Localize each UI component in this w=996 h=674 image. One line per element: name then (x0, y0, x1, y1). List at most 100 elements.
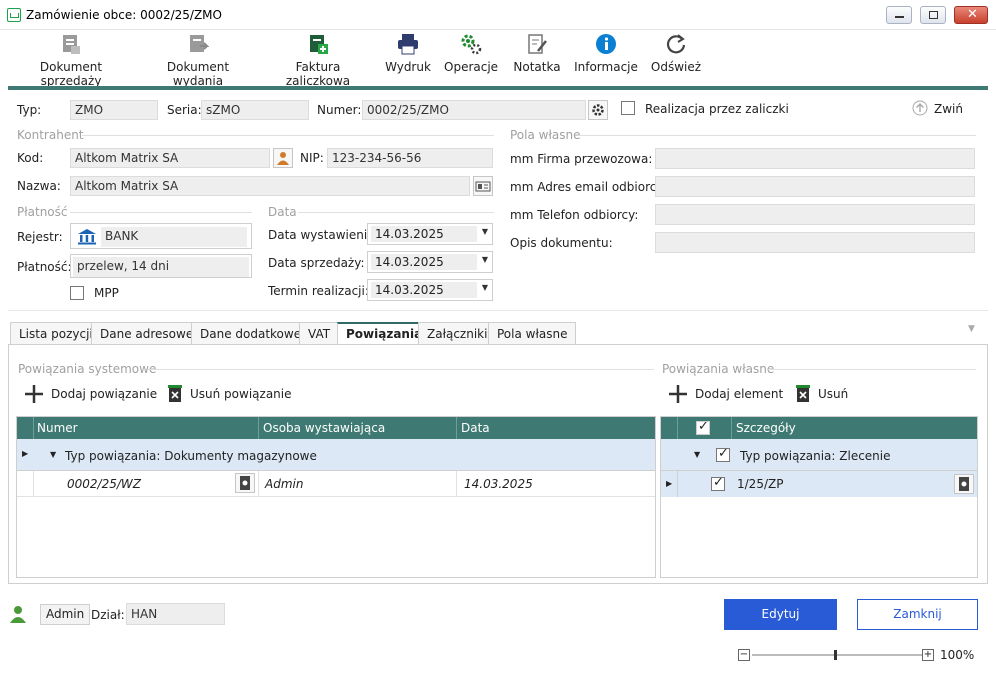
add-element-button[interactable]: Dodaj element (668, 383, 783, 405)
register-select[interactable]: BANK (70, 223, 252, 249)
recipient-email-field[interactable] (655, 176, 975, 197)
minimize-button[interactable] (886, 6, 912, 24)
toolbar-info-button[interactable]: Informacje (574, 30, 638, 82)
due-date-picker[interactable]: 14.03.2025 ▼ (367, 279, 493, 301)
zoom-level: 100% (940, 648, 975, 662)
toolbar-print-button[interactable]: Wydruk (382, 30, 434, 82)
toolbar-issue-document-button[interactable]: Dokument wydania (142, 30, 254, 88)
series-label: Seria: (167, 103, 202, 117)
refresh-icon (665, 33, 687, 55)
collapse-triangle-icon[interactable]: ▼ (50, 450, 56, 459)
custom-field-label-4: Opis dokumentu: (510, 236, 613, 250)
department-field[interactable]: HAN (126, 603, 225, 625)
advance-realization-checkbox[interactable] (621, 101, 635, 115)
nip-field[interactable]: 123-234-56-56 (327, 148, 493, 168)
current-user-badge: Admin (40, 604, 91, 625)
mpp-checkbox[interactable] (70, 286, 84, 300)
tab-address-data[interactable]: Dane adresowe (91, 322, 203, 345)
close-button[interactable]: Zamknij (857, 599, 978, 630)
note-icon (526, 33, 548, 55)
tab-custom-fields[interactable]: Pola własne (488, 322, 577, 345)
own-links-grid-header: Szczegóły (661, 417, 977, 439)
custom-field-label-2: mm Adres email odbiorcy: (510, 180, 667, 194)
remove-element-button[interactable]: Usuń (794, 383, 848, 405)
recipient-phone-field[interactable] (655, 204, 975, 225)
due-date-label: Termin realizacji: (268, 284, 369, 298)
trash-icon (168, 385, 182, 402)
document-issue-icon (187, 33, 210, 55)
toolbar-sale-document-button[interactable]: Dokument sprzedaży (10, 30, 132, 88)
title-bar: Zamówienie obce: 0002/25/ZMO ✕ (0, 0, 996, 30)
maximize-button[interactable] (920, 6, 946, 24)
add-link-button[interactable]: Dodaj powiązanie (24, 383, 157, 405)
table-group-row[interactable]: ▶ ▼ Typ powiązania: Dokumenty magazynowe (17, 439, 655, 471)
column-number[interactable]: Numer (37, 421, 78, 435)
contractor-name-field[interactable]: Altkom Matrix SA (70, 176, 470, 196)
zoom-slider[interactable] (752, 650, 922, 660)
dropdown-arrow-icon: ▼ (481, 283, 488, 292)
toolbar-separator (8, 86, 988, 90)
number-field[interactable]: 0002/25/ZMO (362, 100, 586, 120)
trash-icon (796, 385, 810, 402)
payment-label: Płatność: (17, 260, 72, 274)
payment-group-label: Płatność (17, 205, 68, 219)
app-icon (7, 8, 21, 22)
tab-items-list[interactable]: Lista pozycji (10, 322, 102, 345)
custom-field-label-1: mm Firma przewozowa: (510, 152, 653, 166)
bank-icon (78, 229, 96, 245)
issue-date-label: Data wystawienia: (268, 228, 379, 242)
contractor-code-field[interactable]: Altkom Matrix SA (70, 148, 270, 168)
payment-method-select[interactable]: przelew, 14 dni (70, 254, 252, 278)
toolbar-note-button[interactable]: Notatka (510, 30, 564, 82)
system-links-line (148, 369, 654, 370)
column-issuer[interactable]: Osoba wystawiająca (263, 421, 385, 435)
tab-attachments[interactable]: Załączniki (418, 322, 497, 345)
toolbar-operations-button[interactable]: Operacje (444, 30, 498, 82)
gears-icon (460, 33, 482, 55)
contractor-group-label: Kontrahent (17, 128, 84, 142)
tab-additional-data[interactable]: Dane dodatkowe (191, 322, 311, 345)
tabs-overflow-icon[interactable]: ▼ (968, 324, 975, 334)
issue-date-picker[interactable]: 14.03.2025 ▼ (367, 223, 493, 245)
select-contractor-button[interactable] (273, 148, 293, 168)
contractor-card-button[interactable] (473, 176, 493, 196)
collapse-triangle-icon[interactable]: ▼ (694, 450, 700, 459)
department-label: Dział: (91, 608, 125, 622)
table-group-row[interactable]: ▼ Typ powiązania: Zlecenie (661, 439, 977, 471)
zoom-slider-thumb[interactable] (834, 650, 837, 660)
type-label: Typ: (17, 103, 42, 117)
system-links-grid-header: Numer Osoba wystawiająca Data (17, 417, 655, 439)
edit-button[interactable]: Edytuj (724, 599, 837, 630)
toolbar-refresh-button[interactable]: Odśwież (648, 30, 704, 82)
select-all-checkbox[interactable] (696, 419, 710, 435)
toolbar-advance-invoice-button[interactable]: Faktura zaliczkowa (265, 30, 371, 88)
table-row[interactable]: ▶ 1/25/ZP (661, 471, 977, 497)
collapse-button[interactable]: Zwiń (912, 100, 972, 118)
own-links-label: Powiązania własne (662, 362, 775, 376)
group-checkbox[interactable] (716, 446, 730, 462)
column-details[interactable]: Szczegóły (736, 421, 796, 435)
document-sale-icon (60, 33, 82, 55)
custom-field-label-3: mm Telefon odbiorcy: (510, 208, 639, 222)
id-card-icon (475, 181, 491, 192)
zoom-out-button[interactable]: − (738, 649, 750, 661)
table-row[interactable]: 0002/25/WZ Admin 14.03.2025 (17, 471, 655, 497)
custom-fields-group-label: Pola własne (510, 128, 581, 142)
document-description-field[interactable] (655, 232, 975, 253)
carrier-field[interactable] (655, 148, 975, 169)
code-label: Kod: (17, 151, 44, 165)
column-date[interactable]: Data (461, 421, 490, 435)
sale-date-picker[interactable]: 14.03.2025 ▼ (367, 251, 493, 273)
tab-vat[interactable]: VAT (299, 322, 340, 345)
close-window-button[interactable]: ✕ (954, 6, 988, 24)
open-document-button[interactable] (235, 473, 255, 493)
row-checkbox[interactable] (711, 475, 725, 491)
open-element-button[interactable] (954, 474, 974, 494)
type-field[interactable]: ZMO (70, 100, 158, 120)
remove-link-button[interactable]: Usuń powiązanie (166, 383, 292, 405)
zoom-in-button[interactable]: + (922, 649, 934, 661)
printer-icon (397, 33, 419, 55)
number-settings-button[interactable] (588, 100, 608, 120)
series-field[interactable]: sZMO (201, 100, 309, 120)
toolbar: Dokument sprzedaży Dokument wydania Fakt… (0, 30, 996, 88)
